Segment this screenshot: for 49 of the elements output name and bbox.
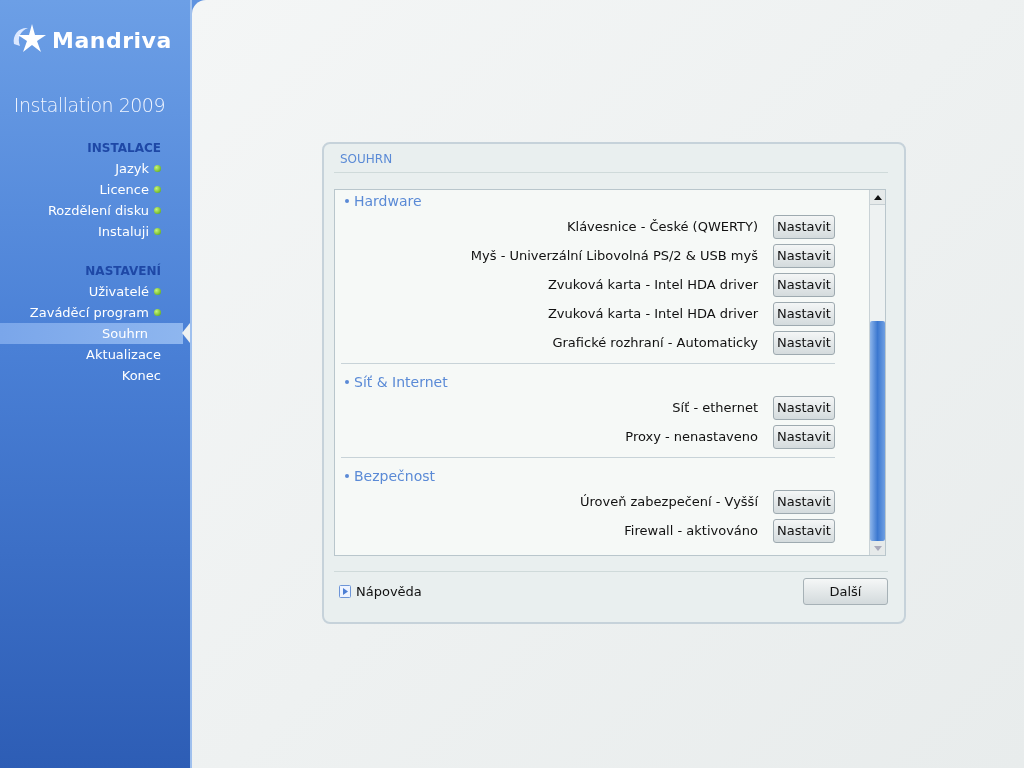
group-heading: Síť & Internet	[354, 374, 448, 390]
bullet-icon	[345, 199, 349, 203]
step-label: Licence	[99, 182, 149, 197]
logo-text: Mandriva	[52, 27, 172, 53]
configure-button[interactable]: Nastavit	[773, 424, 835, 449]
setting-label: Úroveň zabezpečení - Vyšší	[579, 494, 758, 509]
setting-label: Firewall - aktivováno	[624, 523, 758, 538]
configure-button[interactable]: Nastavit	[773, 395, 835, 420]
step-item[interactable]: Zaváděcí program	[0, 302, 190, 323]
configure-button[interactable]: Nastavit	[773, 214, 835, 239]
step-label: Souhrn	[101, 326, 148, 341]
setting-label: Proxy - nenastaveno	[625, 429, 758, 444]
down-arrow-icon	[873, 545, 882, 551]
bullet-icon	[345, 474, 349, 478]
installer-title: Installation 2009	[13, 93, 166, 116]
section-heading: NASTAVENÍ	[85, 264, 161, 278]
step-label: Uživatelé	[88, 284, 149, 299]
step-label: Jazyk	[115, 161, 149, 176]
setting-label: Zvuková karta - Intel HDA driver	[547, 277, 758, 292]
group-heading: Hardware	[354, 193, 422, 209]
scrollbar[interactable]	[869, 190, 885, 555]
configure-button[interactable]: Nastavit	[773, 301, 835, 326]
step-label: Instaluji	[98, 224, 149, 239]
scroll-thumb[interactable]	[870, 321, 885, 541]
step-label: Zaváděcí program	[29, 305, 149, 320]
section-heading: INSTALACE	[87, 141, 161, 155]
setting-label: Grafické rozhraní - Automaticky	[552, 335, 758, 350]
step-label: Rozdělení disku	[47, 203, 149, 218]
up-arrow-icon	[873, 194, 882, 200]
step-item[interactable]: Uživatelé	[0, 281, 190, 302]
help-link[interactable]: Nápověda	[334, 584, 422, 599]
step-item[interactable]: Aktualizace	[0, 344, 190, 365]
setting-label: Klávesnice - České (QWERTY)	[567, 219, 758, 234]
configure-button[interactable]: Nastavit	[773, 243, 835, 268]
configure-button[interactable]: Nastavit	[773, 518, 835, 543]
dialog-title: SOUHRN	[334, 152, 888, 173]
scroll-up-button[interactable]	[870, 190, 885, 205]
step-label: Konec	[121, 368, 161, 383]
step-item[interactable]: Konec	[0, 365, 190, 386]
setting-label: Síť - ethernet	[672, 400, 758, 415]
setting-label: Myš - Univerzální Libovolná PS/2 & USB myš	[470, 248, 758, 263]
setting-label: Zvuková karta - Intel HDA driver	[547, 306, 758, 321]
configure-button[interactable]: Nastavit	[773, 272, 835, 297]
group-heading: Bezpečnost	[354, 468, 435, 484]
configure-button[interactable]: Nastavit	[773, 330, 835, 355]
configure-button[interactable]: Nastavit	[773, 489, 835, 514]
next-button[interactable]: Další	[803, 578, 888, 605]
step-label: Aktualizace	[86, 347, 161, 362]
bullet-icon	[345, 380, 349, 384]
